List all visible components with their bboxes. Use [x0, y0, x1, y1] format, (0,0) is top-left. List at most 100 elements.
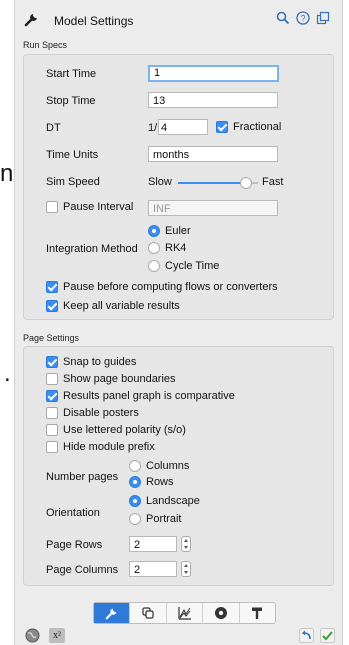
- hide-module-prefix-checkbox[interactable]: [46, 441, 58, 453]
- superscript-icon[interactable]: x²: [49, 628, 65, 643]
- gauge-icon: [214, 607, 227, 619]
- columns-radio-row[interactable]: Columns: [129, 460, 189, 472]
- dt-input[interactable]: 4: [158, 119, 208, 135]
- globe-icon[interactable]: [25, 628, 40, 643]
- fractional-checkbox-row[interactable]: Fractional: [216, 121, 281, 133]
- results-comparative-row[interactable]: Results panel graph is comparative: [46, 390, 235, 402]
- landscape-radio[interactable]: [129, 495, 141, 507]
- bottom-bar: x²: [15, 626, 342, 645]
- stop-time-label: Stop Time: [46, 95, 96, 107]
- pause-interval-row[interactable]: Pause Interval: [46, 201, 133, 213]
- fractional-checkbox[interactable]: [216, 121, 228, 133]
- pause-interval-label: Pause Interval: [63, 201, 134, 213]
- columns-radio[interactable]: [129, 460, 141, 472]
- disable-posters-checkbox[interactable]: [46, 407, 58, 419]
- results-comparative-checkbox[interactable]: [46, 390, 58, 402]
- lettered-polarity-checkbox[interactable]: [46, 424, 58, 436]
- layers-icon: [142, 607, 154, 619]
- detach-icon[interactable]: [316, 11, 330, 25]
- snap-row[interactable]: Snap to guides: [46, 356, 136, 368]
- slider-knob[interactable]: [240, 177, 252, 189]
- cycle-time-radio-row[interactable]: Cycle Time: [148, 260, 219, 272]
- columns-label: Columns: [146, 460, 190, 472]
- page-rows-label: Page Rows: [46, 539, 103, 551]
- hide-module-prefix-row[interactable]: Hide module prefix: [46, 441, 155, 453]
- page-columns-label: Page Columns: [46, 564, 119, 576]
- snap-checkbox[interactable]: [46, 356, 58, 368]
- portrait-label: Portrait: [146, 513, 182, 525]
- disable-posters-label: Disable posters: [63, 407, 139, 419]
- pause-before-label: Pause before computing flows or converte…: [63, 281, 278, 293]
- pause-interval-input[interactable]: INF: [148, 200, 278, 216]
- page-columns-input[interactable]: 2: [129, 561, 177, 577]
- cycle-time-radio[interactable]: [148, 260, 160, 272]
- tab-chart[interactable]: [167, 603, 204, 623]
- tab-layers[interactable]: [130, 603, 167, 623]
- lettered-polarity-row[interactable]: Use lettered polarity (s/o): [46, 424, 186, 436]
- wrench-icon: [105, 608, 117, 620]
- sim-speed-slider[interactable]: [178, 176, 258, 190]
- orientation-label: Orientation: [46, 507, 100, 519]
- title-bar: Model Settings ?: [15, 0, 342, 38]
- tab-paint[interactable]: [240, 603, 275, 623]
- snap-label: Snap to guides: [63, 356, 137, 368]
- background-text-n: n: [0, 160, 14, 187]
- keep-all-row[interactable]: Keep all variable results: [46, 300, 180, 312]
- time-units-input[interactable]: months: [148, 146, 278, 162]
- chart-icon: [177, 607, 191, 620]
- rows-radio-row[interactable]: Rows: [129, 476, 174, 488]
- pause-interval-checkbox[interactable]: [46, 201, 58, 213]
- hide-module-prefix-label: Hide module prefix: [63, 441, 155, 453]
- undo-icon[interactable]: [299, 628, 314, 643]
- page-settings-box: Snap to guides Show page boundaries Resu…: [23, 346, 334, 586]
- sim-speed-slow-label: Slow: [148, 176, 172, 188]
- tab-gauge[interactable]: [203, 603, 240, 623]
- slider-fill: [178, 182, 246, 184]
- settings-tab-bar: [93, 602, 276, 624]
- portrait-radio[interactable]: [129, 513, 141, 525]
- pause-before-row[interactable]: Pause before computing flows or converte…: [46, 281, 278, 293]
- lettered-polarity-label: Use lettered polarity (s/o): [63, 424, 186, 436]
- run-specs-title: Run Specs: [23, 40, 68, 50]
- show-boundaries-row[interactable]: Show page boundaries: [46, 373, 176, 385]
- start-time-label: Start Time: [46, 68, 97, 80]
- run-specs-box: Start Time 1 Stop Time 13 DT 1/ 4 Fracti…: [23, 54, 334, 320]
- svg-text:?: ?: [300, 14, 305, 24]
- background-text-period: .: [4, 360, 11, 387]
- model-settings-panel: Model Settings ? Run Specs Start Time 1 …: [14, 0, 343, 645]
- stop-time-input[interactable]: 13: [148, 92, 278, 108]
- results-comparative-label: Results panel graph is comparative: [63, 390, 235, 402]
- rk4-radio[interactable]: [148, 242, 160, 254]
- page-rows-stepper[interactable]: [181, 536, 191, 552]
- help-icon[interactable]: ?: [296, 11, 310, 25]
- euler-radio[interactable]: [148, 225, 160, 237]
- sim-speed-fast-label: Fast: [262, 176, 284, 188]
- keep-all-checkbox[interactable]: [46, 300, 58, 312]
- keep-all-label: Keep all variable results: [63, 300, 180, 312]
- euler-radio-row[interactable]: Euler: [148, 225, 191, 237]
- landscape-radio-row[interactable]: Landscape: [129, 495, 200, 507]
- apply-check-icon[interactable]: [320, 628, 335, 643]
- portrait-radio-row[interactable]: Portrait: [129, 513, 181, 525]
- disable-posters-row[interactable]: Disable posters: [46, 407, 139, 419]
- titlebar-icons: ?: [276, 11, 330, 25]
- start-time-input[interactable]: 1: [148, 65, 279, 82]
- tab-model-settings[interactable]: [94, 603, 131, 623]
- rows-label: Rows: [146, 476, 174, 488]
- rk4-radio-row[interactable]: RK4: [148, 242, 186, 254]
- dt-prefix: 1/: [148, 122, 158, 134]
- paint-roller-icon: [252, 607, 263, 619]
- landscape-label: Landscape: [146, 495, 200, 507]
- page-rows-input[interactable]: 2: [129, 536, 177, 552]
- search-icon[interactable]: [276, 11, 290, 25]
- page-settings-title: Page Settings: [23, 333, 80, 343]
- rows-radio[interactable]: [129, 476, 141, 488]
- pause-before-checkbox[interactable]: [46, 281, 58, 293]
- show-boundaries-checkbox[interactable]: [46, 373, 58, 385]
- cycle-time-label: Cycle Time: [165, 260, 220, 272]
- fractional-label: Fractional: [233, 121, 282, 133]
- window-title: Model Settings: [54, 14, 134, 28]
- sim-speed-label: Sim Speed: [46, 176, 100, 188]
- page-columns-stepper[interactable]: [181, 561, 191, 577]
- integration-method-label: Integration Method: [46, 243, 138, 255]
